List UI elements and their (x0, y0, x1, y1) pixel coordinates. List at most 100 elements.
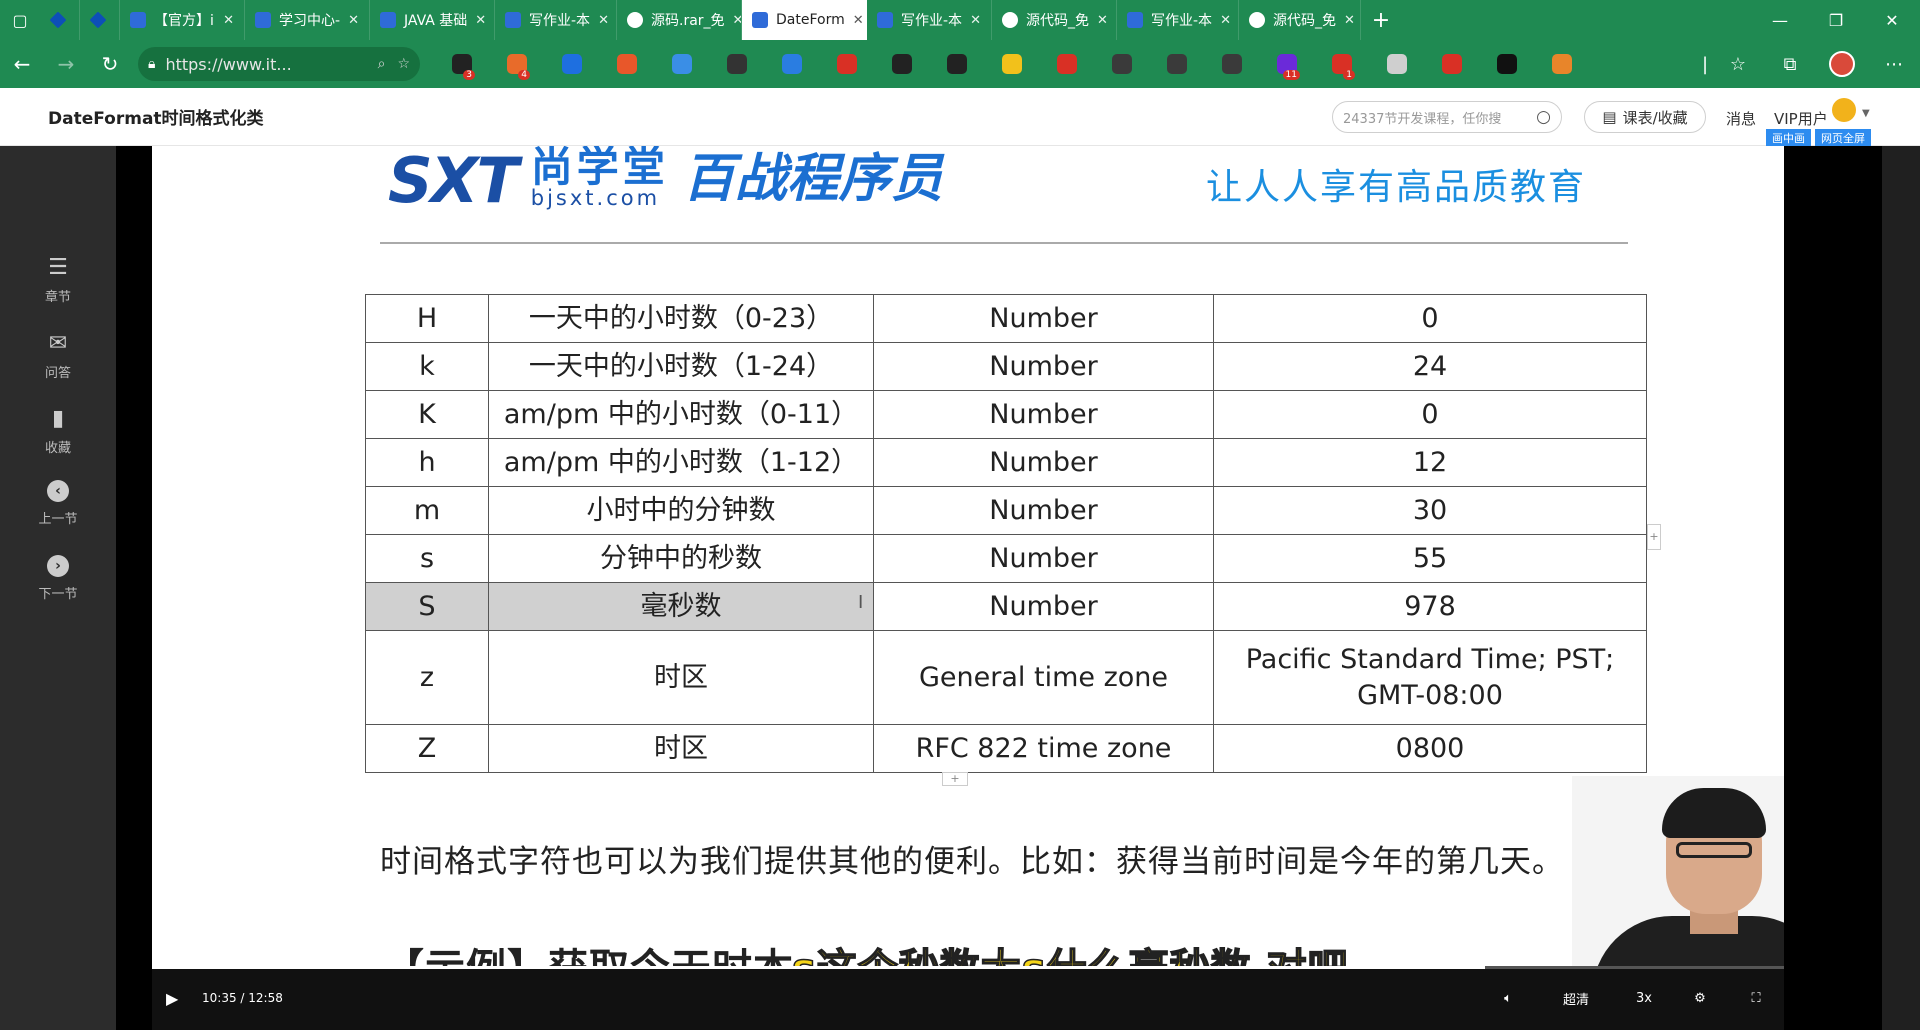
profile-avatar[interactable] (1816, 40, 1868, 88)
side-nav-chapter[interactable]: ☰ 章节 (0, 254, 116, 306)
ext-19-icon[interactable] (1424, 40, 1479, 88)
camera-icon[interactable] (1369, 40, 1424, 88)
close-tab-icon[interactable]: ✕ (223, 13, 234, 28)
new-tab-button[interactable]: + (1361, 0, 1401, 40)
gem-icon (49, 11, 67, 29)
tab-actions-icon[interactable]: ▢ (0, 0, 40, 40)
ext-10-icon[interactable] (929, 40, 984, 88)
format-table: H 一天中的小时数（0-23） Number 0 k 一天中的小时数（1-24） Numbe… (365, 294, 1647, 773)
video-player[interactable]: SXT 尚学堂 bjsxt.com 百战程序员 让人人享有高品质教育 H 一天中的… (116, 146, 1882, 1030)
ext-20-icon[interactable] (1479, 40, 1534, 88)
prev-icon: ‹ (47, 480, 69, 502)
close-tab-icon[interactable]: ✕ (1097, 13, 1108, 28)
search-icon[interactable]: ○ (1536, 107, 1551, 127)
page-title: DateFormat时间格式化类 (48, 109, 264, 129)
course-collection-button[interactable]: ▤ 课表/收藏 (1584, 101, 1706, 133)
side-nav-bookmark[interactable]: ▮ 收藏 (0, 405, 116, 457)
close-tab-icon[interactable]: ✕ (733, 13, 741, 28)
volume-icon[interactable]: 🔈︎ (1480, 991, 1536, 1006)
settings-icon[interactable]: ⚙ (1672, 991, 1728, 1006)
progress-bar[interactable] (152, 966, 1784, 969)
adblock-icon[interactable] (819, 40, 874, 88)
table-cell: General time zone (873, 630, 1214, 725)
ext-7-icon[interactable] (764, 40, 819, 88)
ext-6-icon[interactable] (709, 40, 764, 88)
table-row: s 分钟中的秒数 Number 55 (365, 534, 1647, 583)
close-tab-icon[interactable]: ✕ (1220, 13, 1231, 28)
web-fullscreen-button[interactable]: 网页全屏 (1815, 129, 1871, 147)
table-cell: Number (873, 342, 1214, 391)
table-cell: 时区 (488, 630, 874, 725)
chevron-down-icon[interactable]: ▼ (1862, 108, 1870, 119)
side-nav-qa[interactable]: ✉ 问答 (0, 330, 116, 382)
table-cell: Z (365, 724, 489, 773)
quality-button[interactable]: 超清 (1536, 989, 1616, 1008)
side-nav-prev[interactable]: ‹ 上一节 (0, 480, 116, 527)
restore-icon[interactable]: ❐ (1808, 0, 1864, 40)
tab-0[interactable] (40, 0, 80, 40)
favorite-icon[interactable]: ☆ (397, 56, 410, 72)
tab-2[interactable]: 【官方】i ✕ (120, 0, 245, 40)
presenter-webcam (1572, 776, 1784, 966)
close-tab-icon[interactable]: ✕ (475, 13, 486, 28)
back-icon[interactable]: ← (0, 40, 44, 88)
ext-5-icon[interactable] (654, 40, 709, 88)
close-tab-icon[interactable]: ✕ (1344, 13, 1355, 28)
ext-11-icon[interactable] (984, 40, 1039, 88)
more-icon[interactable]: ⋯ (1868, 40, 1920, 88)
ext-12-icon[interactable] (1039, 40, 1094, 88)
ext-13-icon[interactable] (1094, 40, 1149, 88)
forward-icon[interactable]: → (44, 40, 88, 88)
table-cell: 0 (1213, 390, 1647, 439)
tab-7[interactable]: DateForm ✕ (742, 0, 867, 40)
close-tab-icon[interactable]: ✕ (598, 13, 609, 28)
tab-6[interactable]: 源码.rar_免 ✕ (617, 0, 742, 40)
tab-10[interactable]: 写作业-本 ✕ (1117, 0, 1239, 40)
side-nav-next[interactable]: › 下一节 (0, 555, 116, 602)
table-cell: 一天中的小时数（0-23） (488, 294, 874, 343)
ext-14-icon[interactable] (1149, 40, 1204, 88)
side-nav-label: 收藏 (44, 441, 71, 456)
ext-9-icon[interactable] (874, 40, 929, 88)
pip-button[interactable]: 画中画 (1766, 129, 1811, 147)
tab-1[interactable] (80, 0, 120, 40)
tab-3[interactable]: 学习中心- ✕ (245, 0, 370, 40)
vip-user-link[interactable]: VIP用户 (1774, 108, 1828, 129)
messages-link[interactable]: 消息 (1726, 108, 1756, 129)
reload-icon[interactable]: ↻ (88, 40, 132, 88)
collections-icon[interactable]: ⧉ (1764, 40, 1816, 88)
tab-9[interactable]: 源代码_免 ✕ (992, 0, 1117, 40)
table-cell: am/pm 中的小时数（0-11） (488, 390, 874, 439)
zoom-icon[interactable]: ⌕ (378, 56, 386, 72)
close-window-icon[interactable]: ✕ (1864, 0, 1920, 40)
ext-17-icon[interactable]: 1 (1314, 40, 1369, 88)
ext-4-icon[interactable] (599, 40, 654, 88)
table-row: Z 时区 RFC 822 time zone 0800 (365, 724, 1647, 773)
fullscreen-icon[interactable]: ⛶ (1728, 991, 1784, 1006)
search-placeholder: 24337节开发课程，任你搜 (1343, 111, 1502, 127)
table-cell: 0 (1213, 294, 1647, 343)
close-tab-icon[interactable]: ✕ (348, 13, 359, 28)
close-tab-icon[interactable]: ✕ (853, 13, 864, 28)
metamask-icon[interactable] (1534, 40, 1589, 88)
tab-11[interactable]: 源代码_免 ✕ (1239, 0, 1361, 40)
speed-button[interactable]: 3x (1616, 991, 1672, 1006)
tab-5[interactable]: 写作业-本 ✕ (495, 0, 617, 40)
table-cell: Number (873, 486, 1214, 535)
ext-16-icon[interactable]: 11 (1259, 40, 1314, 88)
address-bar[interactable]: 🔒︎ https://www.it... ⌕ ☆ (138, 47, 420, 81)
course-search-input[interactable]: 24337节开发课程，任你搜 ○ (1332, 101, 1562, 133)
doc-icon (130, 12, 146, 28)
minimize-icon[interactable]: — (1752, 0, 1808, 40)
play-icon[interactable]: ▶ (166, 989, 196, 1008)
ext-2-icon[interactable]: 4 (489, 40, 544, 88)
ext-3-icon[interactable] (544, 40, 599, 88)
cloud-icon (1002, 12, 1018, 28)
ext-1-icon[interactable]: 3 (434, 40, 489, 88)
tab-4[interactable]: JAVA 基础 ✕ (370, 0, 495, 40)
favorites-icon[interactable]: ☆ (1712, 40, 1764, 88)
ext-15-icon[interactable] (1204, 40, 1259, 88)
close-tab-icon[interactable]: ✕ (970, 13, 981, 28)
tab-8[interactable]: 写作业-本 ✕ (867, 0, 992, 40)
table-cell: 978 (1213, 582, 1647, 631)
